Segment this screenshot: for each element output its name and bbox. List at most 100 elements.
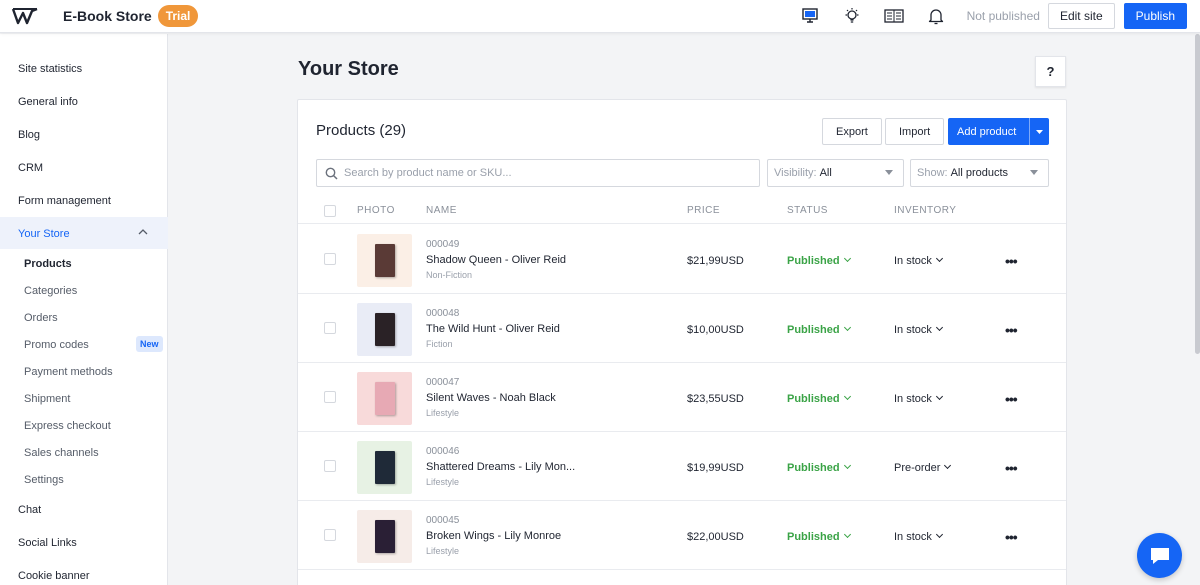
add-product-button[interactable]: Add product: [948, 118, 1049, 145]
status-label: Published: [787, 531, 840, 543]
product-category: Lifestyle: [426, 477, 460, 487]
search-box[interactable]: [316, 159, 760, 187]
status-dropdown[interactable]: Published: [787, 392, 851, 405]
sidebar-item-cookie-banner[interactable]: Cookie banner: [18, 570, 90, 582]
status-label: Published: [787, 462, 840, 474]
sidebar-sub-orders[interactable]: Orders: [24, 312, 58, 324]
product-category: Lifestyle: [426, 408, 460, 418]
product-thumbnail[interactable]: [357, 234, 412, 287]
product-price: $22,00USD: [687, 531, 744, 543]
page-scrollbar[interactable]: [1195, 34, 1200, 354]
product-name[interactable]: Shattered Dreams - Lily Mon...: [426, 461, 575, 473]
visibility-select[interactable]: Visibility: All: [767, 159, 904, 187]
row-checkbox[interactable]: [324, 322, 336, 334]
more-options-icon[interactable]: •••: [1005, 253, 1018, 269]
site-name[interactable]: E-Book Store: [63, 8, 152, 24]
column-name[interactable]: NAME: [426, 205, 457, 216]
product-thumbnail[interactable]: [357, 303, 412, 356]
product-name[interactable]: Shadow Queen - Oliver Reid: [426, 254, 566, 266]
publish-status-label: Not published: [966, 9, 1040, 23]
more-options-icon[interactable]: •••: [1005, 529, 1018, 545]
row-checkbox[interactable]: [324, 253, 336, 265]
sidebar-sub-payment-methods[interactable]: Payment methods: [24, 366, 113, 378]
status-dropdown[interactable]: Published: [787, 254, 851, 267]
inventory-dropdown[interactable]: In stock: [894, 530, 943, 543]
sidebar-sub-sales-channels[interactable]: Sales channels: [24, 447, 99, 459]
edit-site-button[interactable]: Edit site: [1047, 3, 1115, 29]
preview-icon[interactable]: [789, 0, 831, 33]
sidebar-item-chat[interactable]: Chat: [18, 504, 41, 516]
table-row[interactable]: 000049 Shadow Queen - Oliver Reid Non-Fict…: [298, 225, 1066, 294]
sidebar-item-site-statistics[interactable]: Site statistics: [18, 63, 82, 75]
row-checkbox[interactable]: [324, 529, 336, 541]
chevron-down-icon: [843, 392, 851, 401]
inventory-dropdown[interactable]: In stock: [894, 392, 943, 405]
column-photo: PHOTO: [357, 205, 395, 216]
bell-icon[interactable]: [915, 0, 957, 33]
inventory-label: In stock: [894, 393, 932, 405]
product-sku: 000046: [426, 446, 460, 457]
product-name[interactable]: Broken Wings - Lily Monroe: [426, 530, 561, 542]
more-options-icon[interactable]: •••: [1005, 460, 1018, 476]
inventory-dropdown[interactable]: Pre-order: [894, 461, 952, 474]
show-value: All products: [950, 167, 1009, 179]
lightbulb-icon[interactable]: [831, 0, 873, 33]
help-button[interactable]: ?: [1035, 56, 1066, 87]
add-product-label[interactable]: Add product: [948, 126, 1029, 138]
table-row[interactable]: 000046 Shattered Dreams - Lily Mon... Life…: [298, 432, 1066, 501]
chevron-down-icon: [843, 461, 851, 470]
products-title: Products (29): [316, 122, 407, 139]
export-button[interactable]: Export: [822, 118, 882, 145]
more-options-icon[interactable]: •••: [1005, 391, 1018, 407]
status-dropdown[interactable]: Published: [787, 530, 851, 543]
sidebar-sub-categories[interactable]: Categories: [24, 285, 77, 297]
logo-icon[interactable]: [11, 6, 39, 26]
select-all-checkbox[interactable]: [324, 205, 336, 217]
sidebar-item-general-info[interactable]: General info: [18, 96, 78, 108]
status-dropdown[interactable]: Published: [787, 461, 851, 474]
chat-button[interactable]: [1137, 533, 1182, 578]
product-sku: 000047: [426, 377, 460, 388]
chevron-up-icon[interactable]: [138, 229, 148, 235]
product-thumbnail[interactable]: [357, 510, 412, 563]
product-thumbnail[interactable]: [357, 372, 412, 425]
sidebar-sub-express-checkout[interactable]: Express checkout: [24, 420, 111, 432]
sidebar-sub-promo-codes[interactable]: Promo codes: [24, 339, 89, 351]
sidebar-sub-settings[interactable]: Settings: [24, 474, 64, 486]
more-options-icon[interactable]: •••: [1005, 322, 1018, 338]
row-checkbox[interactable]: [324, 460, 336, 472]
product-name[interactable]: Silent Waves - Noah Black: [426, 392, 556, 404]
book-cover-image: [374, 451, 395, 484]
sidebar-item-form-management[interactable]: Form management: [18, 195, 111, 207]
row-checkbox[interactable]: [324, 391, 336, 403]
table-row[interactable]: 000045 Broken Wings - Lily Monroe Lifestyl…: [298, 501, 1066, 570]
inventory-dropdown[interactable]: In stock: [894, 254, 943, 267]
import-button[interactable]: Import: [885, 118, 945, 145]
sidebar-sub-shipment[interactable]: Shipment: [24, 393, 70, 405]
search-input[interactable]: [344, 167, 744, 179]
status-dropdown[interactable]: Published: [787, 323, 851, 336]
sidebar-item-crm[interactable]: CRM: [18, 162, 43, 174]
product-price: $21,99USD: [687, 255, 744, 267]
search-icon: [325, 167, 338, 180]
column-inventory[interactable]: INVENTORY: [894, 205, 956, 216]
product-name[interactable]: The Wild Hunt - Oliver Reid: [426, 323, 560, 335]
publish-button[interactable]: Publish: [1123, 3, 1187, 29]
sidebar-item-social-links[interactable]: Social Links: [18, 537, 77, 549]
inventory-dropdown[interactable]: In stock: [894, 323, 943, 336]
column-status[interactable]: STATUS: [787, 205, 828, 216]
sidebar-item-your-store[interactable]: Your Store: [18, 228, 70, 240]
product-thumbnail[interactable]: [357, 441, 412, 494]
trial-badge[interactable]: Trial: [157, 5, 199, 27]
show-select[interactable]: Show: All products: [910, 159, 1049, 187]
add-product-dropdown[interactable]: [1029, 118, 1049, 145]
sidebar-item-blog[interactable]: Blog: [18, 129, 40, 141]
sidebar-sub-products[interactable]: Products: [24, 258, 72, 270]
table-row[interactable]: 000048 The Wild Hunt - Oliver Reid Fiction…: [298, 294, 1066, 363]
book-icon[interactable]: [873, 0, 915, 33]
table-row[interactable]: 000047 Silent Waves - Noah Black Lifestyle…: [298, 363, 1066, 432]
product-sku: 000045: [426, 515, 460, 526]
column-price[interactable]: PRICE: [687, 205, 720, 216]
product-category: Fiction: [426, 339, 453, 349]
book-cover-image: [374, 244, 395, 277]
